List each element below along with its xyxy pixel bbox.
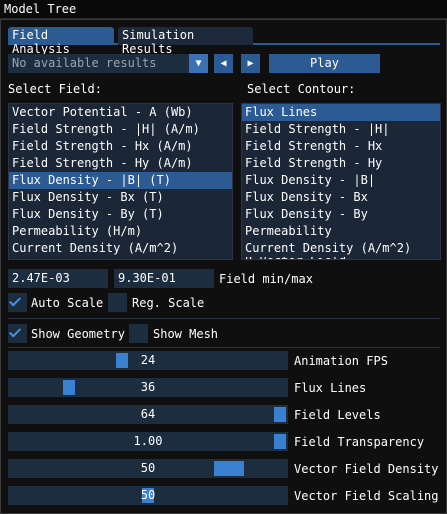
field-item[interactable]: Current Density (A/m^2) <box>9 240 232 257</box>
tab-field-analysis[interactable]: Field Analysis <box>8 27 114 56</box>
animation-fps-label: Animation FPS <box>294 354 388 368</box>
results-dropdown[interactable]: No available results ▼ <box>8 54 208 73</box>
field-item[interactable]: Permeability (H/m) <box>9 223 232 240</box>
window-title: Model Tree <box>4 2 77 16</box>
field-item[interactable]: Field Strength - Hy (A/m) <box>9 155 232 172</box>
checkmark-icon <box>8 294 22 307</box>
field-item[interactable]: Vector Potential - A (Wb) <box>9 104 232 121</box>
next-result-button[interactable]: ▶ <box>241 54 260 73</box>
tab-simulation-results[interactable]: Simulation Results <box>118 27 253 56</box>
contour-item[interactable]: Flux Density - |B| <box>242 172 440 189</box>
field-item[interactable]: Flux Density - By (T) <box>9 206 232 223</box>
contour-item[interactable]: Flux Lines <box>242 104 440 121</box>
vector-field-scaling-slider-value: 50 <box>140 488 156 502</box>
field-item[interactable]: Flux Density - |B| (T) <box>9 172 232 189</box>
contour-item[interactable]: Field Strength - Hx <box>242 138 440 155</box>
separator <box>8 318 440 319</box>
show-mesh-label: Show Mesh <box>153 327 219 341</box>
vector-field-density-slider-value: 50 <box>140 461 156 475</box>
triangle-left-icon: ◀ <box>220 58 227 69</box>
play-button[interactable]: Play <box>269 54 380 73</box>
field-item[interactable]: Field Strength - Hx (A/m) <box>9 138 232 155</box>
separator <box>8 347 440 348</box>
field-listbox[interactable]: Vector Potential - A (Wb) Field Strength … <box>8 103 233 260</box>
field-item[interactable]: Flux Density - Bx (T) <box>9 189 232 206</box>
field-levels-label: Field Levels <box>294 408 381 422</box>
results-dropdown-value: No available results <box>12 56 157 70</box>
show-mesh-checkbox[interactable] <box>129 324 148 343</box>
flux-lines-slider-value: 36 <box>140 380 156 394</box>
tab-bar: Field Analysis Simulation Results <box>8 27 440 56</box>
chevron-down-icon[interactable]: ▼ <box>189 54 208 73</box>
contour-item[interactable]: Permeability <box>242 223 440 240</box>
reg-scale-label: Reg. Scale <box>132 296 205 310</box>
field-item[interactable]: Field Strength - |H| (A/m) <box>9 121 232 138</box>
triangle-right-icon: ▶ <box>247 58 254 69</box>
field-levels-slider-value: 64 <box>140 407 156 421</box>
animation-fps-slider-value: 24 <box>140 353 156 367</box>
contour-item[interactable]: Flux Density - By <box>242 206 440 223</box>
field-max-input[interactable]: 9.30E-01 <box>114 269 214 288</box>
reg-scale-checkbox[interactable] <box>108 293 127 312</box>
contour-item[interactable]: Current Density (A/m^2) <box>242 240 440 257</box>
auto-scale-label: Auto Scale <box>31 296 104 310</box>
vector-field-density-slider[interactable]: 50 <box>8 459 288 478</box>
prev-result-button[interactable]: ◀ <box>214 54 233 73</box>
field-minmax-label: Field min/max <box>219 272 313 286</box>
field-levels-slider[interactable]: 64 <box>8 405 288 424</box>
field-transparency-slider-value: 1.00 <box>133 434 163 448</box>
field-min-input[interactable]: 2.47E-03 <box>8 269 108 288</box>
auto-scale-checkbox[interactable] <box>8 293 27 312</box>
vector-field-scaling-label: Vector Field Scaling <box>294 489 439 503</box>
field-transparency-slider[interactable]: 1.00 <box>8 432 288 451</box>
flux-lines-label: Flux Lines <box>294 381 367 395</box>
contour-listbox[interactable]: Flux Lines Field Strength - |H| Field Stre… <box>241 103 441 260</box>
vector-field-density-label: Vector Field Density <box>294 462 439 476</box>
show-geometry-label: Show Geometry <box>31 327 125 341</box>
vector-field-scaling-slider[interactable]: 50 <box>8 486 288 505</box>
checkmark-icon <box>8 325 22 338</box>
model-tree-panel: Field Analysis Simulation Results No ava… <box>0 19 447 514</box>
field-transparency-label: Field Transparency <box>294 435 425 449</box>
window-titlebar: Model Tree <box>0 0 447 19</box>
flux-lines-slider[interactable]: 36 <box>8 378 288 397</box>
select-field-label: Select Field: <box>8 82 102 96</box>
select-contour-label: Select Contour: <box>247 82 356 96</box>
show-geometry-checkbox[interactable] <box>8 324 27 343</box>
animation-fps-slider[interactable]: 24 <box>8 351 288 370</box>
contour-item[interactable]: B Vector Field <box>242 257 440 259</box>
contour-item[interactable]: Field Strength - Hy <box>242 155 440 172</box>
contour-item[interactable]: Field Strength - |H| <box>242 121 440 138</box>
contour-item[interactable]: Flux Density - Bx <box>242 189 440 206</box>
